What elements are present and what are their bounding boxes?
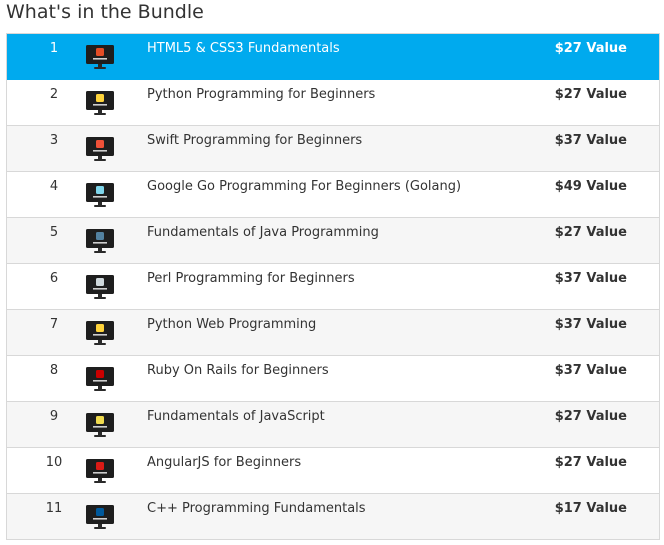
bundle-page: What's in the Bundle 1 HTML5 & CSS3 Funda… — [0, 0, 664, 545]
course-title[interactable]: C++ Programming Fundamentals — [147, 501, 366, 516]
python-icon — [85, 90, 115, 116]
course-title[interactable]: AngularJS for Beginners — [147, 455, 301, 470]
course-value: $37 Value — [554, 271, 627, 286]
bundle-table: 1 HTML5 & CSS3 Fundamentals $27 Value 2 Pyth… — [6, 33, 660, 540]
course-title[interactable]: Ruby On Rails for Beginners — [147, 363, 329, 378]
section-heading: What's in the Bundle — [6, 1, 204, 23]
course-value: $49 Value — [554, 179, 627, 194]
table-row[interactable]: 10 AngularJS for Beginners $27 Value — [7, 448, 659, 494]
table-row[interactable]: 7 Python Web Programming $37 Value — [7, 310, 659, 356]
table-row[interactable]: 2 Python Programming for Beginners $27 Val… — [7, 80, 659, 126]
course-title[interactable]: Fundamentals of JavaScript — [147, 409, 325, 424]
course-value: $27 Value — [554, 455, 627, 470]
course-title[interactable]: Fundamentals of Java Programming — [147, 225, 379, 240]
course-value: $27 Value — [554, 409, 627, 424]
html5-css3-icon — [85, 44, 115, 70]
course-title[interactable]: Google Go Programming For Beginners (Gol… — [147, 179, 461, 194]
course-value: $27 Value — [554, 225, 627, 240]
table-row[interactable]: 5 Fundamentals of Java Programming $27 Val… — [7, 218, 659, 264]
course-value: $37 Value — [554, 363, 627, 378]
ruby-on-rails-icon — [85, 366, 115, 392]
course-title[interactable]: Python Web Programming — [147, 317, 316, 332]
table-row[interactable]: 11 C++ Programming Fundamentals $17 Value — [7, 494, 659, 540]
course-value: $37 Value — [554, 317, 627, 332]
table-row[interactable]: 8 Ruby On Rails for Beginners $37 Value — [7, 356, 659, 402]
course-value: $27 Value — [554, 41, 627, 56]
course-title[interactable]: Swift Programming for Beginners — [147, 133, 362, 148]
python-web-icon — [85, 320, 115, 346]
javascript-icon — [85, 412, 115, 438]
golang-icon — [85, 182, 115, 208]
cpp-icon — [85, 504, 115, 530]
course-title[interactable]: Perl Programming for Beginners — [147, 271, 355, 286]
course-title[interactable]: HTML5 & CSS3 Fundamentals — [147, 41, 340, 56]
course-value: $37 Value — [554, 133, 627, 148]
angularjs-icon — [85, 458, 115, 484]
course-title[interactable]: Python Programming for Beginners — [147, 87, 375, 102]
table-row[interactable]: 3 Swift Programming for Beginners $37 Valu… — [7, 126, 659, 172]
table-row[interactable]: 9 Fundamentals of JavaScript $27 Value — [7, 402, 659, 448]
swift-icon — [85, 136, 115, 162]
table-row[interactable]: 6 Perl Programming for Beginners $37 Value — [7, 264, 659, 310]
java-icon — [85, 228, 115, 254]
table-row[interactable]: 4 Google Go Programming For Beginners (Go… — [7, 172, 659, 218]
course-value: $17 Value — [554, 501, 627, 516]
course-value: $27 Value — [554, 87, 627, 102]
table-row[interactable]: 1 HTML5 & CSS3 Fundamentals $27 Value — [7, 34, 659, 80]
perl-icon — [85, 274, 115, 300]
